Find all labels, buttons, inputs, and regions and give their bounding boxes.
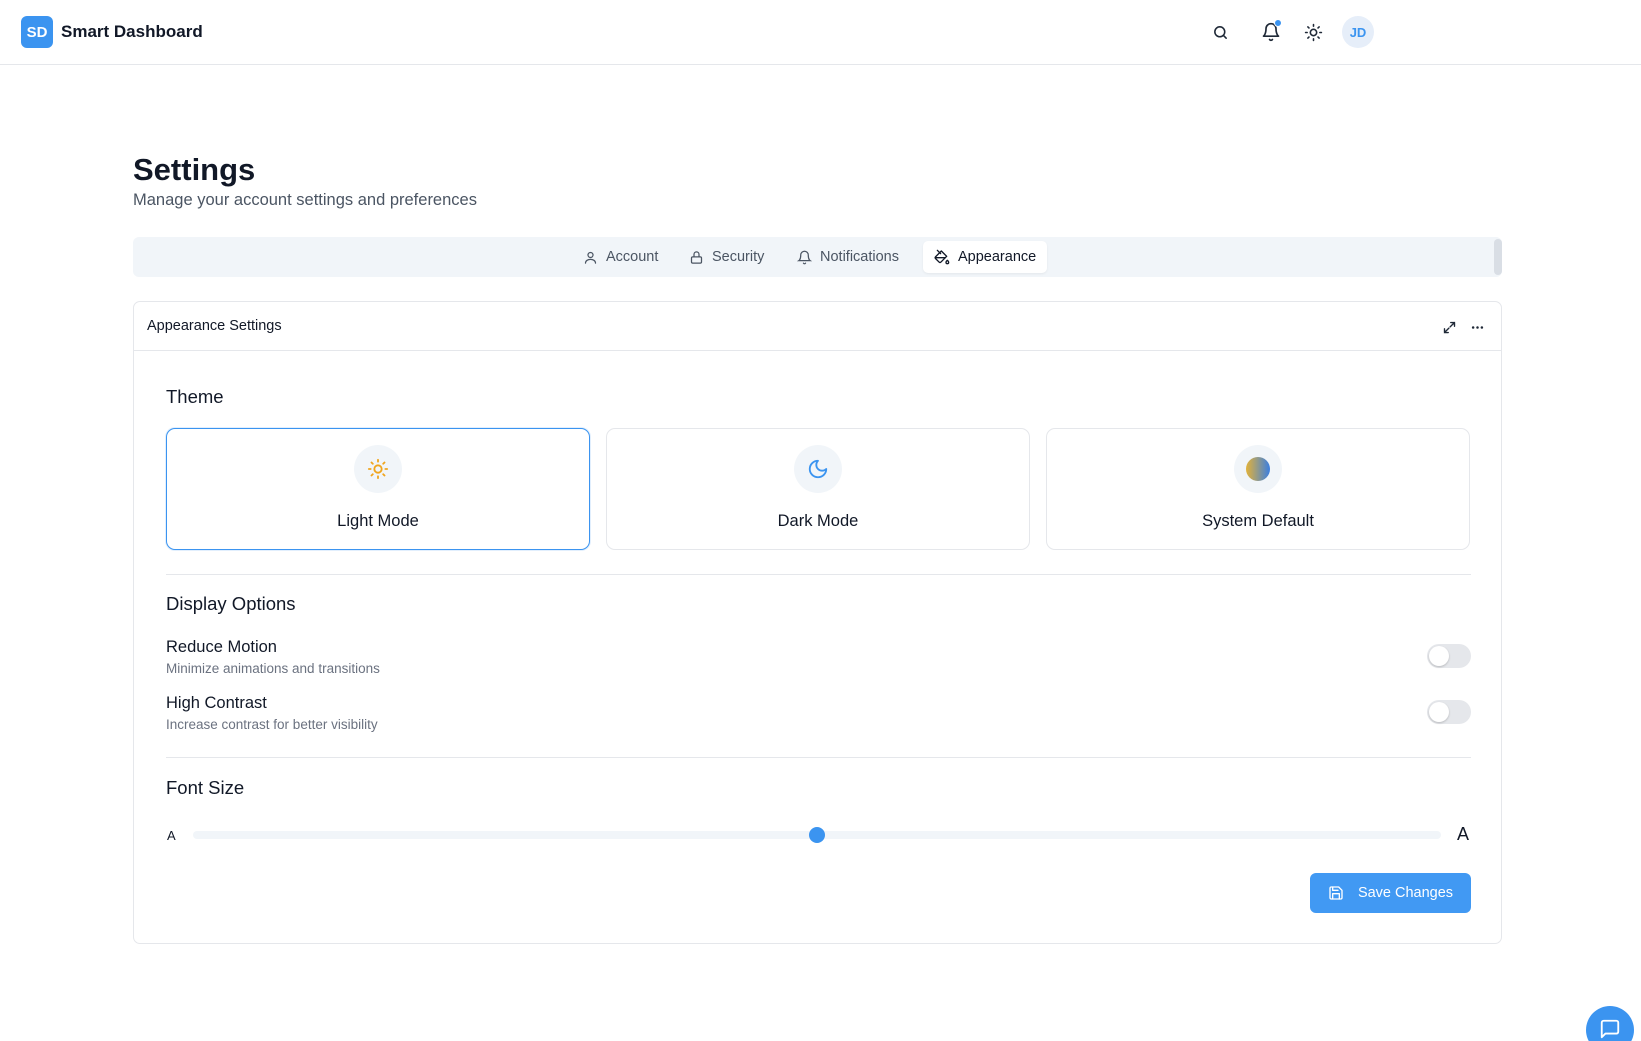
high-contrast-toggle[interactable] [1427, 700, 1471, 724]
tab-notifications[interactable]: Notifications [786, 241, 910, 273]
toggle-knob [1429, 646, 1449, 666]
search-icon[interactable] [1206, 18, 1234, 46]
section-divider [166, 574, 1471, 575]
top-navigation-bar: SD Smart Dashboard JD [0, 0, 1641, 65]
panel-header: Appearance Settings [134, 302, 1501, 351]
theme-option-dark[interactable]: Dark Mode [606, 428, 1030, 550]
bell-icon [797, 250, 812, 264]
chat-icon [1600, 1019, 1620, 1039]
reduce-motion-label: Reduce Motion [166, 638, 277, 656]
save-icon [1329, 886, 1343, 900]
expand-icon[interactable] [1438, 316, 1460, 338]
section-divider [166, 757, 1471, 758]
font-size-small-label: A [167, 828, 176, 843]
chat-button[interactable] [1586, 1006, 1634, 1041]
theme-option-light[interactable]: Light Mode [166, 428, 590, 550]
toggle-knob [1429, 702, 1449, 722]
notification-dot [1274, 19, 1282, 27]
user-icon [584, 251, 597, 264]
notifications-bell-icon[interactable] [1257, 18, 1285, 46]
half-circle-icon [1234, 445, 1282, 493]
font-size-slider-thumb[interactable] [809, 827, 825, 843]
save-changes-button[interactable]: Save Changes [1310, 873, 1471, 913]
tab-label: Security [712, 249, 765, 265]
tab-security[interactable]: Security [678, 241, 775, 273]
tab-label: Notifications [820, 249, 899, 265]
font-size-slider[interactable] [193, 827, 1441, 843]
save-button-label: Save Changes [1357, 885, 1454, 901]
theme-option-label: Light Mode [337, 512, 419, 530]
settings-tabs: Account Security Notifications Appearanc… [133, 237, 1502, 277]
panel-title: Appearance Settings [147, 318, 282, 334]
user-avatar[interactable]: JD [1342, 16, 1374, 48]
moon-icon [794, 445, 842, 493]
theme-toggle-sun-icon[interactable] [1299, 18, 1327, 46]
theme-option-label: Dark Mode [777, 512, 859, 530]
appearance-settings-panel: Appearance Settings Theme Light Mode Dar… [133, 301, 1502, 944]
tab-account[interactable]: Account [572, 241, 669, 273]
reduce-motion-description: Minimize animations and transitions [166, 661, 380, 676]
tab-appearance[interactable]: Appearance [923, 241, 1048, 273]
theme-option-label: System Default [1202, 512, 1314, 530]
page-title: Settings [133, 152, 256, 187]
sun-icon [354, 445, 402, 493]
app-logo[interactable]: SD [21, 16, 53, 48]
tab-label: Account [606, 249, 659, 265]
reduce-motion-toggle[interactable] [1427, 644, 1471, 668]
lock-icon [690, 250, 703, 264]
font-size-large-label: A [1457, 824, 1470, 844]
high-contrast-description: Increase contrast for better visibility [166, 717, 378, 732]
high-contrast-label: High Contrast [166, 694, 267, 712]
paint-bucket-icon [934, 249, 950, 265]
theme-section-title: Theme [166, 386, 224, 407]
display-options-title: Display Options [166, 593, 296, 614]
app-title[interactable]: Smart Dashboard [61, 22, 203, 42]
tabs-scrollbar[interactable] [1494, 239, 1502, 275]
more-options-icon[interactable] [1466, 316, 1488, 338]
font-size-title: Font Size [166, 777, 245, 798]
tab-label: Appearance [958, 249, 1037, 265]
page-subtitle: Manage your account settings and prefere… [133, 191, 477, 209]
theme-option-system[interactable]: System Default [1046, 428, 1470, 550]
